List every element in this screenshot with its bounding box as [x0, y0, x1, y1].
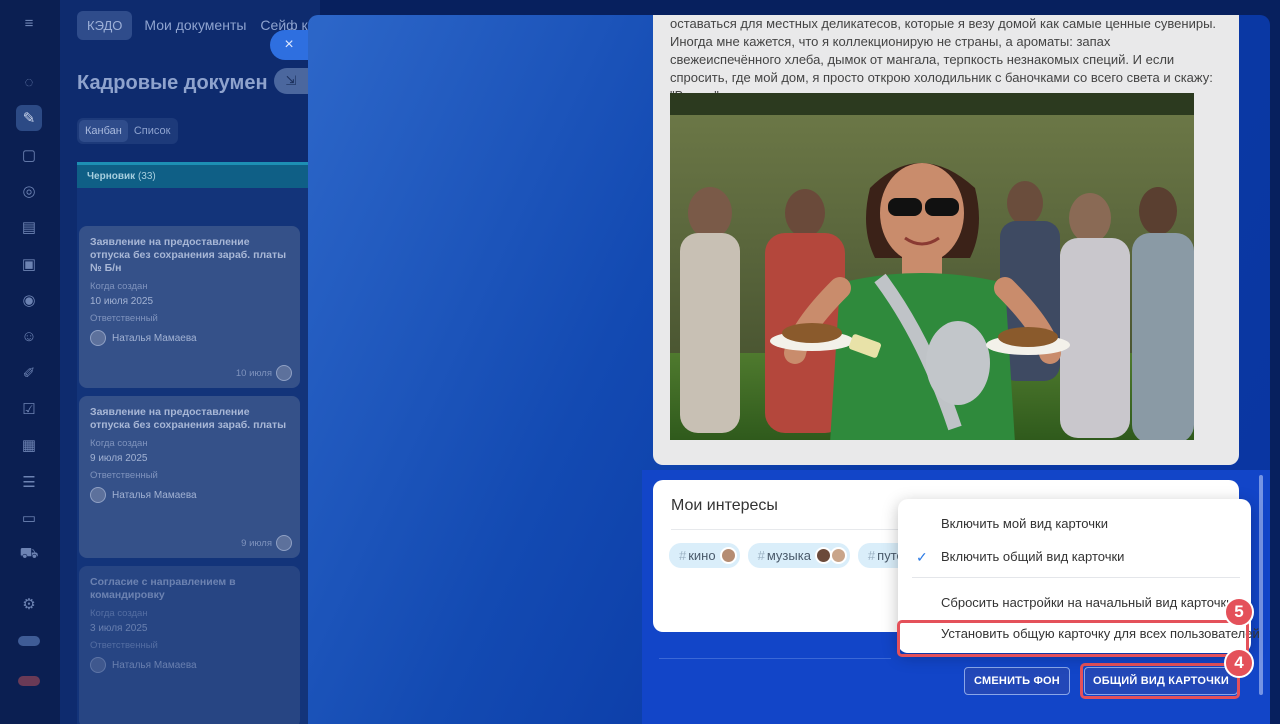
slider-collapse-button[interactable]: ⇲ — [274, 68, 308, 94]
slider-close-button[interactable]: × — [270, 30, 308, 60]
column-name: Черновик — [87, 171, 136, 182]
rail-pill-alert[interactable] — [18, 676, 40, 686]
card-responsible: Наталья Мамаева — [112, 332, 197, 344]
avatar — [276, 535, 292, 551]
chat-icon[interactable]: ▢ — [16, 142, 42, 168]
card-responsible-label: Ответственный — [90, 640, 158, 651]
document-card[interactable]: Согласие с направлением в командировку К… — [79, 566, 300, 724]
app-rail: ≡ ◌ ✎ ▢ ◎ ▤ ▣ ◉ ☺ ✐ ☑ ▦ ☰ ▭ ⛟ ⚙ — [0, 0, 60, 724]
card-title: Заявление на предоставление отпуска без … — [90, 406, 287, 431]
avatar — [90, 487, 106, 503]
scrollbar[interactable] — [1259, 475, 1263, 695]
card-title: Заявление на предоставление отпуска без … — [90, 236, 287, 274]
post-card: оставаться для местных деликатесов, кото… — [653, 15, 1239, 465]
rail-pill[interactable] — [18, 636, 40, 646]
card-created-label: Когда создан — [90, 438, 148, 449]
inventory-icon[interactable]: ☰ — [16, 469, 42, 495]
post-text: оставаться для местных деликатесов, кото… — [670, 16, 1217, 103]
profile-slider: оставаться для местных деликатесов, кото… — [308, 15, 1270, 724]
tab-kedo[interactable]: КЭДО — [77, 10, 133, 40]
sign-icon[interactable]: ✐ — [16, 360, 42, 386]
avatar — [829, 547, 847, 564]
interests-title: Мои интересы — [671, 497, 778, 514]
tab-my-documents[interactable]: Мои документы — [142, 10, 248, 40]
card-responsible: Наталья Мамаева — [112, 659, 197, 671]
crm-icon[interactable]: ◎ — [16, 178, 42, 204]
avatar — [276, 365, 292, 381]
employees-icon[interactable]: ☺ — [16, 323, 42, 349]
card-created-date: 9 июля 2025 — [90, 453, 148, 464]
documents-icon[interactable]: ✎ — [16, 105, 42, 131]
tag-label: музыка — [766, 548, 811, 563]
menu-icon[interactable]: ≡ — [16, 10, 42, 36]
view-kanban[interactable]: Канбан — [79, 120, 128, 142]
shop-icon[interactable]: ⛟ — [16, 541, 42, 567]
view-list[interactable]: Список — [128, 120, 177, 142]
card-responsible-label: Ответственный — [90, 313, 158, 324]
change-background-button[interactable]: СМЕНИТЬ ФОН — [964, 667, 1070, 695]
document-card[interactable]: Заявление на предоставление отпуска без … — [79, 396, 300, 558]
calendar-icon[interactable]: ▦ — [16, 432, 42, 458]
card-responsible-label: Ответственный — [90, 470, 158, 481]
column-count: (33) — [137, 171, 156, 182]
contacts-icon[interactable]: ▣ — [16, 251, 42, 277]
checklist-icon[interactable]: ☑ — [16, 396, 42, 422]
card-date-short: 10 июля — [235, 367, 272, 379]
card-title: Согласие с направлением в командировку — [90, 576, 236, 601]
kedo-page: КЭДО Мои документы Сейф ко Кадровые доку… — [60, 0, 322, 724]
divider — [912, 577, 1240, 578]
step-badge-5: 5 — [1224, 597, 1254, 627]
menu-item-common-view[interactable]: Включить общий вид карточки — [941, 549, 1124, 564]
card-created-label: Когда создан — [90, 281, 148, 292]
sites-icon[interactable]: ▭ — [16, 505, 42, 531]
card-responsible: Наталья Мамаева — [112, 489, 197, 501]
festival-photo-illustration — [670, 93, 1194, 440]
avatar — [719, 547, 737, 564]
menu-item-my-view[interactable]: Включить мой вид карточки — [941, 516, 1108, 531]
menu-item-reset-view[interactable]: Сбросить настройки на начальный вид карт… — [941, 595, 1233, 610]
highlight-frame — [1080, 663, 1240, 699]
goals-icon[interactable]: ◉ — [16, 287, 42, 313]
card-created-date: 3 июля 2025 — [90, 623, 148, 634]
post-photo[interactable] — [670, 93, 1194, 440]
divider — [659, 658, 891, 659]
interest-tag[interactable]: # музыка — [747, 543, 850, 568]
feed-icon[interactable]: ◌ — [16, 69, 42, 95]
highlight-frame — [897, 620, 1249, 657]
document-card[interactable]: Заявление на предоставление отпуска без … — [79, 226, 300, 388]
card-created-date: 10 июля 2025 — [90, 296, 154, 307]
card-created-label: Когда создан — [90, 608, 148, 619]
view-switch: Канбан Список — [77, 118, 179, 144]
step-badge-4: 4 — [1224, 648, 1254, 678]
interest-tags: # кино # музыка # путеш — [669, 543, 918, 568]
kanban-column-header[interactable]: Черновик (33) — [77, 162, 322, 188]
tag-label: кино — [688, 548, 716, 563]
settings-icon[interactable]: ⚙ — [16, 591, 42, 617]
card-date-short: 9 июля — [241, 537, 272, 549]
avatar — [90, 657, 106, 673]
tasks-icon[interactable]: ▤ — [16, 214, 42, 240]
interest-tag[interactable]: # кино — [669, 543, 740, 568]
page-title: Кадровые докумен — [77, 72, 268, 94]
check-icon: ✓ — [916, 549, 928, 565]
avatar — [90, 330, 106, 346]
